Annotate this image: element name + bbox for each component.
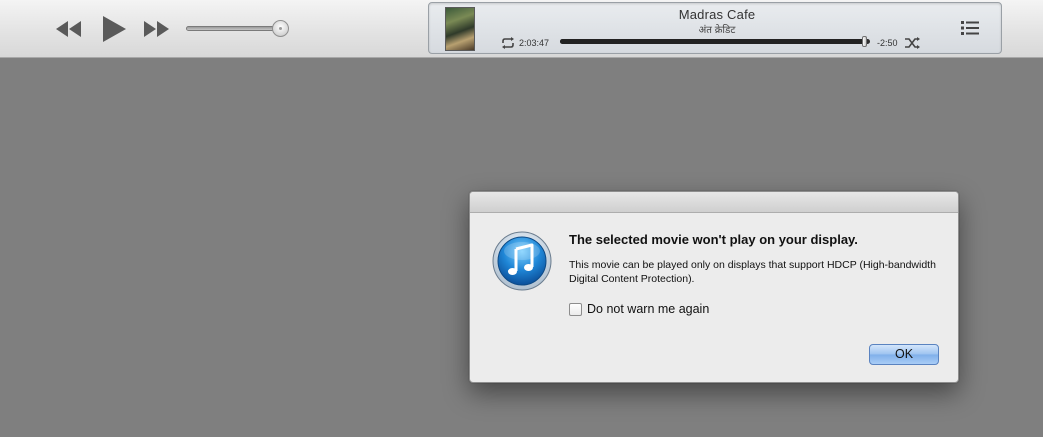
rewind-button[interactable]: [55, 20, 83, 38]
play-button[interactable]: [101, 15, 127, 43]
fast-forward-icon: [144, 21, 169, 37]
volume-knob[interactable]: [272, 20, 289, 37]
play-icon: [103, 16, 126, 42]
album-artwork[interactable]: [445, 7, 475, 51]
do-not-warn-checkbox[interactable]: [569, 303, 582, 316]
playhead[interactable]: [861, 36, 867, 47]
playback-progress-fill: [560, 39, 864, 44]
do-not-warn-label[interactable]: Do not warn me again: [587, 302, 709, 316]
dialog-heading: The selected movie won't play on your di…: [569, 232, 858, 247]
song-title: Madras Cafe: [678, 7, 756, 22]
dialog-titlebar[interactable]: [470, 192, 958, 213]
ok-button[interactable]: OK: [869, 344, 939, 365]
up-next-list-button[interactable]: [961, 20, 979, 36]
elapsed-time: 2:03:47: [519, 38, 550, 48]
shuffle-button[interactable]: [905, 36, 921, 49]
dialog-message: This movie can be played only on display…: [569, 259, 936, 285]
now-playing-display: Madras Cafe अंत क्रेडिट 2:03:47 -2:50: [428, 2, 1002, 54]
player-toolbar: Madras Cafe अंत क्रेडिट 2:03:47 -2:50: [0, 0, 1043, 58]
volume-track[interactable]: [186, 26, 286, 31]
volume-fill: [187, 27, 280, 30]
itunes-icon: [492, 231, 552, 291]
repeat-button[interactable]: [501, 36, 515, 49]
fast-forward-button[interactable]: [142, 20, 170, 38]
remaining-time: -2:50: [877, 38, 898, 48]
shuffle-icon: [905, 37, 920, 49]
song-subtitle: अंत क्रेडिट: [698, 25, 736, 36]
volume-slider[interactable]: [186, 20, 290, 38]
list-view-icon: [961, 21, 979, 35]
repeat-icon: [502, 37, 514, 49]
hdcp-alert-dialog: The selected movie won't play on your di…: [469, 191, 959, 383]
playback-progress-bar[interactable]: [560, 36, 870, 47]
rewind-icon: [56, 21, 81, 37]
